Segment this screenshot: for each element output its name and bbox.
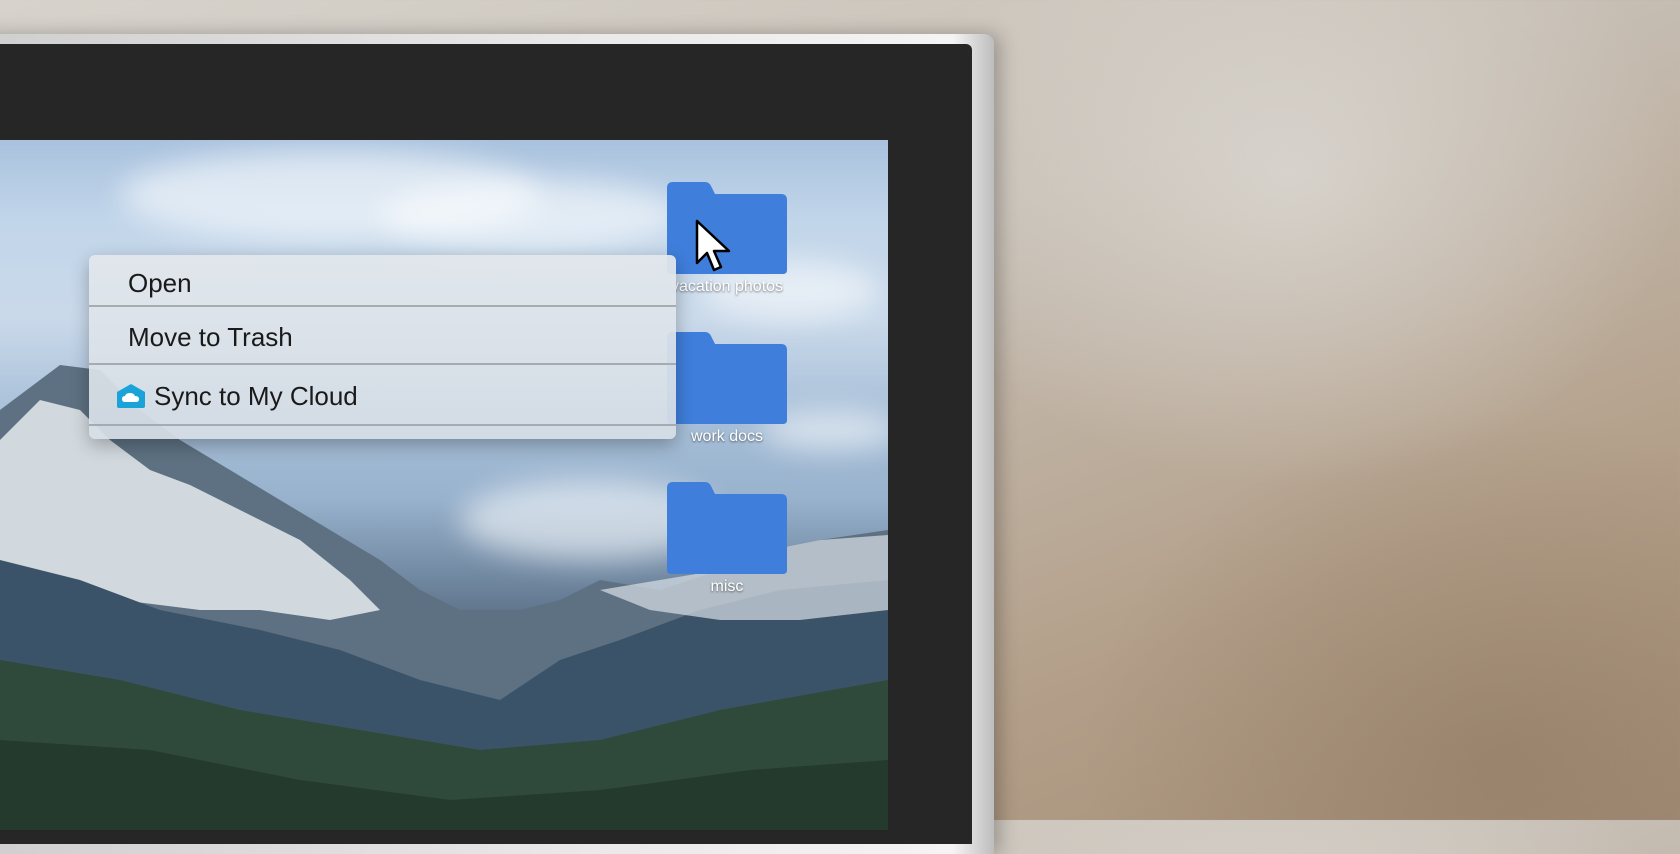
folder-label: vacation photos [670, 278, 784, 295]
cloud-icon [117, 384, 145, 408]
menu-divider [89, 305, 676, 307]
menu-divider [89, 424, 676, 426]
menu-item-sync-to-my-cloud[interactable]: Sync to My Cloud [89, 368, 676, 424]
menu-item-move-to-trash[interactable]: Move to Trash [89, 309, 676, 365]
menu-item-label: Sync to My Cloud [154, 380, 358, 411]
folder-label: misc [710, 578, 744, 595]
folder-label: work docs [690, 428, 764, 445]
desktop-screen[interactable]: vacation photos work docs misc [0, 140, 888, 830]
menu-divider [89, 363, 676, 365]
desktop-folder[interactable]: work docs [657, 330, 797, 446]
menu-item-open[interactable]: Open [89, 255, 676, 311]
folder-icon [667, 332, 787, 424]
arrow-cursor-icon [695, 219, 731, 272]
context-menu: Open Move to Trash Sync to My Cloud [89, 255, 676, 439]
menu-item-label: Open [128, 267, 192, 298]
desktop-folder[interactable]: misc [657, 480, 797, 596]
menu-item-label: Move to Trash [128, 321, 293, 352]
folder-icon [667, 482, 787, 574]
